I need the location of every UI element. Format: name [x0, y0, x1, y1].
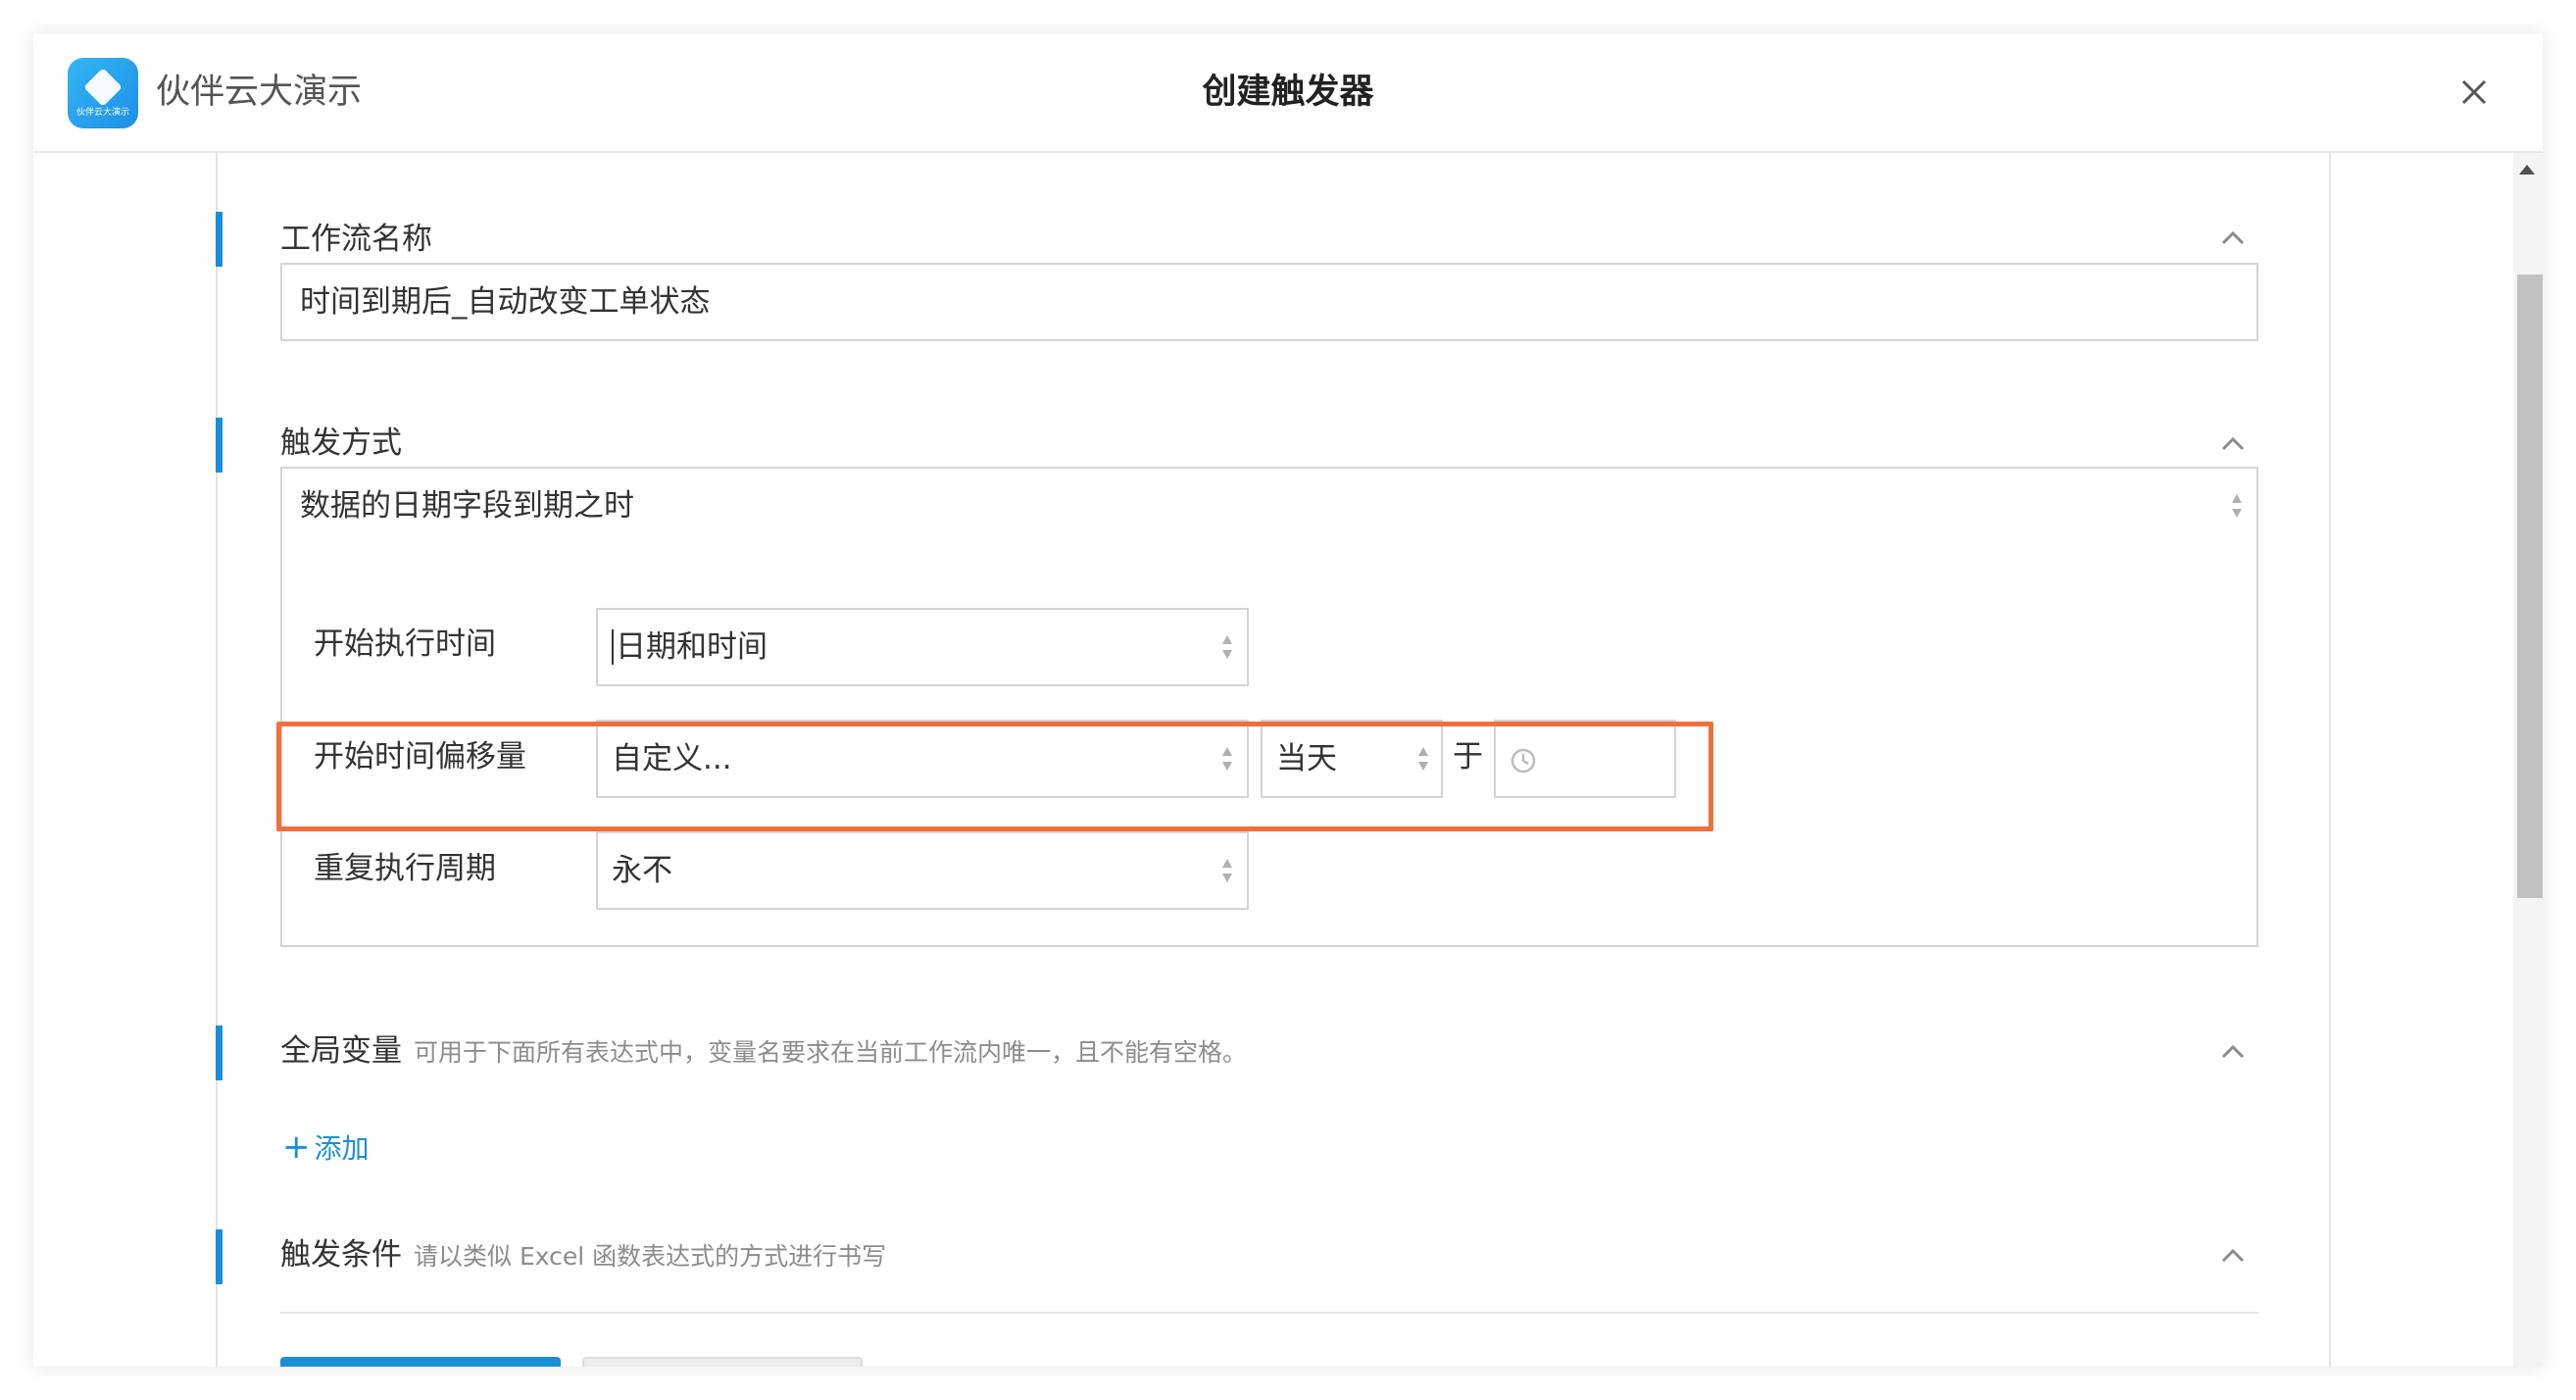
section-marker: [216, 418, 223, 473]
trigger-mode-select[interactable]: 数据的日期字段到期之时: [280, 467, 2258, 545]
start-time-select[interactable]: 日期和时间: [596, 608, 1249, 686]
dialog-header: 伙伴云大演示 伙伴云大演示 创建触发器: [33, 33, 2543, 153]
start-time-value: 日期和时间: [612, 629, 768, 665]
select-arrows-icon: [1222, 635, 1232, 659]
add-variable-link[interactable]: + 添加: [282, 1127, 370, 1169]
select-arrows-icon: [1222, 859, 1232, 882]
cancel-button[interactable]: 取消: [582, 1357, 863, 1367]
collapse-chevron-up-icon[interactable]: [2219, 229, 2247, 247]
section-title-trigger-mode: 触发方式: [280, 425, 402, 461]
repeat-label: 重复执行周期: [314, 851, 496, 886]
collapse-chevron-up-icon[interactable]: [2219, 1043, 2247, 1061]
add-variable-label: 添加: [314, 1132, 370, 1165]
highlight-box: [276, 722, 1713, 831]
global-vars-hint: 可用于下面所有表达式中，变量名要求在当前工作流内唯一，且不能有空格。: [414, 1038, 1248, 1067]
start-time-label: 开始执行时间: [314, 626, 496, 662]
close-button[interactable]: [2454, 73, 2494, 112]
section-marker: [216, 1025, 223, 1080]
plus-icon: +: [282, 1127, 311, 1167]
conditions-divider: [280, 1312, 2258, 1314]
scroll-up-arrow-icon[interactable]: [2519, 165, 2535, 175]
save-button[interactable]: 保存: [280, 1357, 561, 1367]
global-vars-title: 全局变量: [280, 1033, 402, 1069]
select-arrows-icon: [2232, 494, 2242, 518]
section-marker: [216, 212, 223, 267]
create-trigger-dialog: 伙伴云大演示 伙伴云大演示 创建触发器 工作流名称 时间到期后_自动改变工单状态…: [33, 33, 2543, 1367]
scrollbar-thumb[interactable]: [2517, 275, 2543, 898]
repeat-select[interactable]: 永不: [596, 831, 1249, 910]
section-title-workflow-name: 工作流名称: [280, 222, 432, 257]
dialog-title: 创建触发器: [1202, 73, 1374, 112]
section-title-global-vars: 全局变量 可用于下面所有表达式中，变量名要求在当前工作流内唯一，且不能有空格。: [280, 1029, 1247, 1075]
collapse-chevron-up-icon[interactable]: [2219, 435, 2247, 453]
conditions-title: 触发条件: [280, 1237, 402, 1273]
close-icon: [2461, 79, 2487, 105]
conditions-hint: 请以类似 Excel 函数表达式的方式进行书写: [414, 1242, 887, 1271]
trigger-mode-value: 数据的日期字段到期之时: [300, 488, 634, 524]
section-marker: [216, 1229, 223, 1284]
repeat-value: 永不: [612, 853, 672, 888]
collapse-chevron-up-icon[interactable]: [2219, 1247, 2247, 1265]
section-title-conditions: 触发条件 请以类似 Excel 函数表达式的方式进行书写: [280, 1233, 886, 1278]
workflow-name-input[interactable]: 时间到期后_自动改变工单状态: [280, 263, 2258, 341]
